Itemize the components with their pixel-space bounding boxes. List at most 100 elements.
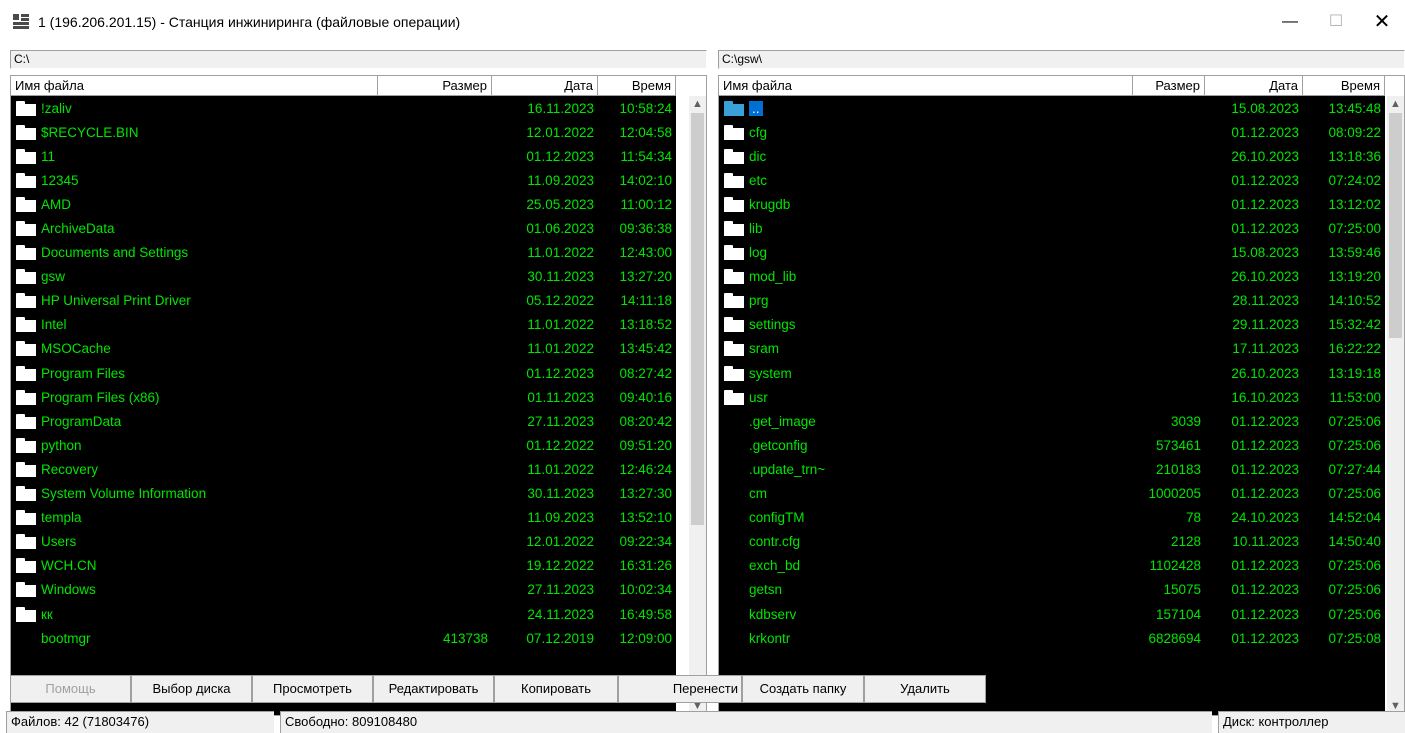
left-file-row[interactable]: Documents and Settings 11.01.2022 12:43:00 (11, 241, 676, 265)
file-time-cell: 14:02:10 (619, 172, 672, 188)
right-file-row[interactable]: exch_bd 1102428 01.12.2023 07:25:06 (719, 554, 1385, 578)
right-file-row[interactable]: usr 16.10.2023 11:53:00 (719, 385, 1385, 409)
right-file-row[interactable]: etc 01.12.2023 07:24:02 (719, 168, 1385, 192)
file-time-cell: 15:32:42 (1328, 317, 1381, 333)
copy-button[interactable]: Копировать (494, 675, 618, 703)
select-disk-button[interactable]: Выбор диска (131, 675, 252, 703)
right-file-row[interactable]: contr.cfg 2128 10.11.2023 14:50:40 (719, 530, 1385, 554)
file-time-cell: 13:18:52 (619, 317, 672, 333)
close-button[interactable]: ✕ (1359, 6, 1405, 38)
file-time-cell: 09:40:16 (619, 389, 672, 405)
right-header-date[interactable]: Дата (1205, 76, 1303, 96)
file-name-cell: 11 (11, 148, 378, 164)
file-date-cell: 01.12.2023 (526, 148, 594, 164)
left-file-row[interactable]: Program Files (x86) 01.11.2023 09:40:16 (11, 385, 676, 409)
right-file-row[interactable]: .. 15.08.2023 13:45:48 (719, 96, 1385, 120)
folder-icon (16, 582, 36, 598)
minimize-button[interactable]: — (1267, 6, 1313, 38)
create-folder-button[interactable]: Создать папку (742, 675, 864, 703)
file-name: .. (749, 100, 763, 116)
right-scroll-thumb[interactable] (1389, 113, 1402, 338)
help-button[interactable]: Помощь (10, 675, 131, 703)
left-scrollbar[interactable]: ▲ ▼ (689, 96, 706, 715)
right-file-row[interactable]: cm 1000205 01.12.2023 07:25:06 (719, 482, 1385, 506)
right-scrollbar[interactable]: ▲ ▼ (1387, 96, 1404, 715)
left-file-row[interactable]: MSOCache 11.01.2022 13:45:42 (11, 337, 676, 361)
left-file-row[interactable]: Users 12.01.2022 09:22:34 (11, 530, 676, 554)
right-file-row[interactable]: krugdb 01.12.2023 13:12:02 (719, 192, 1385, 216)
file-date-cell: 11.01.2022 (527, 341, 594, 357)
left-file-row[interactable]: $RECYCLE.BIN 12.01.2022 12:04:58 (11, 120, 676, 144)
right-file-list[interactable]: .. 15.08.2023 13:45:48 cfg 01.12.2023 08:09:2… (719, 96, 1385, 715)
left-file-row[interactable]: gsw 30.11.2023 13:27:20 (11, 265, 676, 289)
left-header-size[interactable]: Размер (378, 76, 492, 96)
left-file-row[interactable]: python 01.12.2022 09:51:20 (11, 433, 676, 457)
window-title: 1 (196.206.201.15) - Станция инжиниринга… (38, 14, 461, 30)
left-file-row[interactable]: Recovery 11.01.2022 12:46:24 (11, 457, 676, 481)
right-file-row[interactable]: krkontr 6828694 01.12.2023 07:25:08 (719, 626, 1385, 650)
file-name: 11 (41, 148, 56, 164)
left-file-row[interactable]: ProgramData 27.11.2023 08:20:42 (11, 409, 676, 433)
left-scroll-thumb[interactable] (691, 113, 704, 525)
file-name: etc (749, 172, 768, 188)
left-file-row[interactable]: AMD 25.05.2023 11:00:12 (11, 192, 676, 216)
right-file-row[interactable]: dic 26.10.2023 13:18:36 (719, 144, 1385, 168)
delete-button[interactable]: Удалить (864, 675, 986, 703)
left-file-row[interactable]: Windows 27.11.2023 10:02:34 (11, 578, 676, 602)
file-name-cell: !zaliv (11, 100, 378, 116)
file-name: 12345 (41, 172, 79, 188)
right-file-row[interactable]: kdbserv 157104 01.12.2023 07:25:06 (719, 602, 1385, 626)
right-file-grid[interactable]: Имя файла Размер Дата Время .. 15.08.2023… (718, 75, 1405, 716)
left-file-row[interactable]: HP Universal Print Driver 05.12.2022 14:11… (11, 289, 676, 313)
left-panel: C:\ Имя файла Размер Дата Время !zaliv 16… (10, 50, 707, 716)
right-file-row[interactable]: getsn 15075 01.12.2023 07:25:06 (719, 578, 1385, 602)
left-header-time[interactable]: Время (598, 76, 676, 96)
left-file-row[interactable]: 11 01.12.2023 11:54:34 (11, 144, 676, 168)
right-file-row[interactable]: prg 28.11.2023 14:10:52 (719, 289, 1385, 313)
edit-button[interactable]: Редактировать (373, 675, 494, 703)
file-name-cell: Program Files (11, 365, 378, 381)
left-file-row[interactable]: System Volume Information 30.11.2023 13:27… (11, 482, 676, 506)
file-name: system (749, 365, 792, 381)
right-header-name[interactable]: Имя файла (719, 76, 1133, 96)
file-name: .getconfig (749, 437, 808, 453)
file-time-cell: 07:25:00 (1328, 221, 1381, 237)
left-file-row[interactable]: Intel 11.01.2022 13:18:52 (11, 313, 676, 337)
file-date-cell: 12.01.2022 (526, 124, 594, 140)
right-file-row[interactable]: cfg 01.12.2023 08:09:22 (719, 120, 1385, 144)
left-file-row[interactable]: ArchiveData 01.06.2023 09:36:38 (11, 216, 676, 240)
left-file-row[interactable]: кк 24.11.2023 16:49:58 (11, 602, 676, 626)
right-file-row[interactable]: system 26.10.2023 13:19:18 (719, 361, 1385, 385)
right-header-time[interactable]: Время (1303, 76, 1385, 96)
move-button[interactable]: Перенести (618, 675, 742, 703)
left-file-row[interactable]: !zaliv 16.11.2023 10:58:24 (11, 96, 676, 120)
right-file-row[interactable]: .getconfig 573461 01.12.2023 07:25:06 (719, 433, 1385, 457)
right-file-row[interactable]: configTM 78 24.10.2023 14:52:04 (719, 506, 1385, 530)
right-file-row[interactable]: lib 01.12.2023 07:25:00 (719, 216, 1385, 240)
file-date-cell: 01.12.2023 (1231, 437, 1299, 453)
left-header-name[interactable]: Имя файла (11, 76, 378, 96)
file-time-cell: 16:22:22 (1328, 341, 1381, 357)
right-file-row[interactable]: .update_trn~ 210183 01.12.2023 07:27:44 (719, 457, 1385, 481)
maximize-button[interactable]: ☐ (1313, 6, 1359, 38)
file-time-cell: 09:36:38 (619, 221, 672, 237)
left-file-list[interactable]: !zaliv 16.11.2023 10:58:24 $RECYCLE.BIN 12.0… (11, 96, 676, 715)
right-file-row[interactable]: .get_image 3039 01.12.2023 07:25:06 (719, 409, 1385, 433)
left-file-grid[interactable]: Имя файла Размер Дата Время !zaliv 16.11.… (10, 75, 707, 716)
right-file-row[interactable]: sram 17.11.2023 16:22:22 (719, 337, 1385, 361)
left-scroll-up-icon[interactable]: ▲ (689, 96, 706, 113)
right-header-size[interactable]: Размер (1133, 76, 1205, 96)
left-file-row[interactable]: templa 11.09.2023 13:52:10 (11, 506, 676, 530)
left-file-row[interactable]: Program Files 01.12.2023 08:27:42 (11, 361, 676, 385)
left-file-row[interactable]: bootmgr 413738 07.12.2019 12:09:00 (11, 626, 676, 650)
view-button[interactable]: Просмотреть (252, 675, 373, 703)
right-scroll-up-icon[interactable]: ▲ (1387, 96, 1404, 113)
right-file-row[interactable]: settings 29.11.2023 15:32:42 (719, 313, 1385, 337)
folder-icon (16, 341, 36, 357)
left-file-row[interactable]: WCH.CN 19.12.2022 16:31:26 (11, 554, 676, 578)
right-file-row[interactable]: log 15.08.2023 13:59:46 (719, 241, 1385, 265)
file-size-cell: 1102428 (1149, 558, 1201, 574)
left-header-date[interactable]: Дата (492, 76, 598, 96)
left-file-row[interactable]: 12345 11.09.2023 14:02:10 (11, 168, 676, 192)
right-file-row[interactable]: mod_lib 26.10.2023 13:19:20 (719, 265, 1385, 289)
